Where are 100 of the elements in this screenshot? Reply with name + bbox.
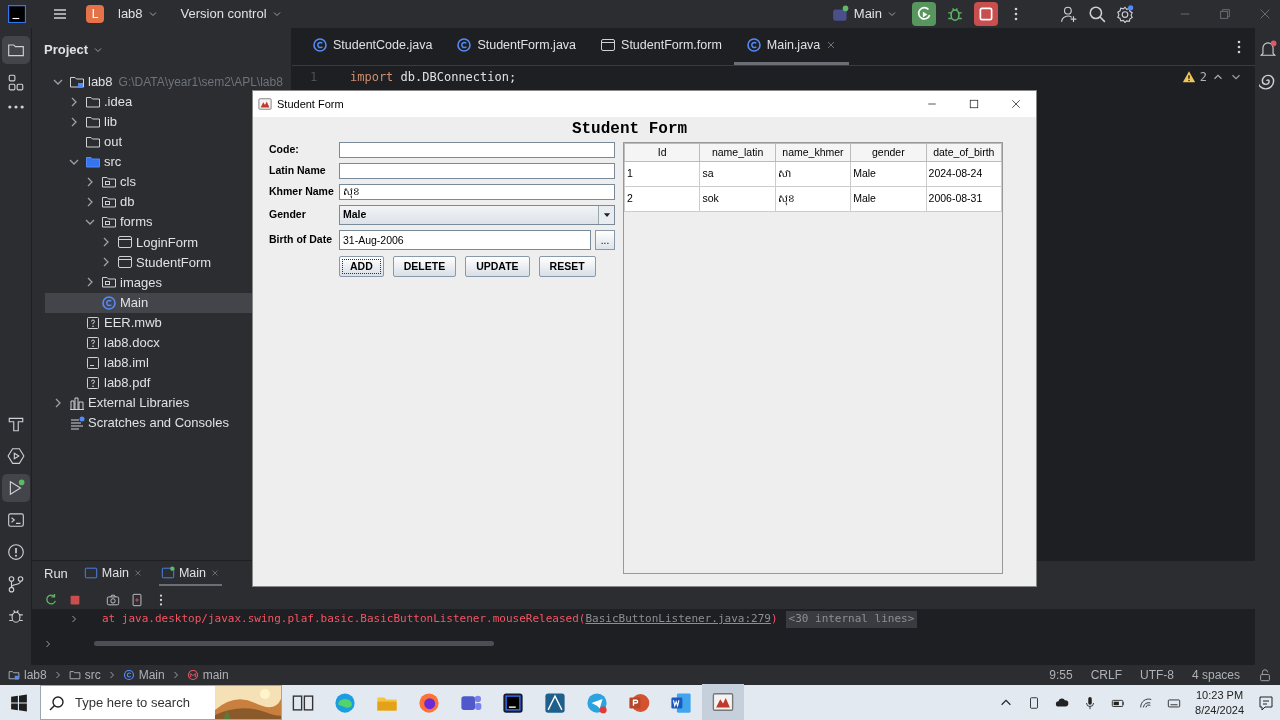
editor-tab[interactable]: StudentCode.java — [300, 28, 445, 65]
stop-button[interactable] — [974, 2, 998, 26]
date-picker-button[interactable]: ... — [595, 230, 615, 250]
package-folder-icon — [101, 174, 117, 190]
breadcrumb[interactable]: lab8 — [8, 666, 47, 684]
tree-item[interactable]: EER.mwb — [45, 312, 291, 333]
vcs-menu[interactable]: Version control — [176, 2, 287, 26]
rerun-button[interactable] — [912, 2, 936, 26]
folded-lines[interactable]: <30 internal lines> — [785, 611, 918, 628]
search-box[interactable]: Type here to search — [40, 685, 282, 720]
breadcrumb[interactable]: Main — [122, 666, 165, 684]
tree-item[interactable]: lab8 G:\DATA\year1\sem2\APL\lab8 — [45, 71, 291, 92]
wifi-icon[interactable] — [1139, 695, 1154, 710]
field-label: Latin Name — [269, 163, 327, 179]
form-button[interactable]: ADD — [339, 256, 384, 277]
form-button[interactable]: RESET — [538, 256, 596, 277]
breadcrumb[interactable]: src — [68, 666, 101, 684]
notification-center-icon[interactable] — [1258, 694, 1274, 711]
tree-item[interactable]: StudentForm — [45, 252, 291, 273]
text-field[interactable] — [339, 142, 615, 158]
date-field[interactable]: 31-Aug-2006 — [339, 230, 591, 250]
run-tool-button[interactable] — [1, 474, 30, 502]
status-item[interactable]: 4 spaces — [1191, 666, 1240, 684]
editor-tab[interactable]: Main.java — [733, 28, 850, 65]
search-icon[interactable] — [1088, 5, 1106, 23]
search-field[interactable]: Type here to search — [73, 691, 203, 714]
tree-item[interactable]: lib — [45, 111, 291, 132]
field-label: Gender — [269, 207, 307, 223]
camera-icon[interactable] — [106, 593, 120, 607]
cloud-icon[interactable] — [1055, 695, 1070, 710]
text-field[interactable]: សុខ — [339, 184, 615, 200]
gender-dropdown[interactable]: Male — [339, 205, 615, 225]
column-header[interactable]: name_latin — [699, 143, 776, 162]
tree-item[interactable]: lab8.docx — [45, 332, 291, 353]
run-tab[interactable]: Main — [158, 561, 223, 587]
class-icon — [312, 37, 328, 53]
stack-trace-link[interactable]: BasicButtonListener.java:279 — [585, 612, 771, 625]
table-cell: 1 — [624, 161, 700, 187]
time-text: 10:23 PM — [1196, 688, 1244, 703]
window-icon — [117, 234, 133, 251]
bug-icon[interactable] — [946, 5, 964, 23]
status-item[interactable]: CRLF — [1090, 666, 1122, 684]
class-icon — [456, 37, 473, 53]
column-header[interactable]: date_of_birth — [926, 143, 1002, 162]
status-item[interactable]: 9:55 — [1049, 666, 1073, 684]
tree-item[interactable]: lab8.pdf — [45, 372, 291, 393]
run-tab[interactable]: Main — [81, 561, 145, 587]
branch-icon — [6, 575, 25, 593]
console-icon — [83, 566, 98, 580]
notifications-icon[interactable] — [1258, 40, 1277, 58]
globe-icon — [418, 691, 440, 714]
start-icon[interactable] — [10, 693, 28, 712]
paper-plane-icon — [586, 691, 608, 714]
tree-item[interactable]: External Libraries — [45, 393, 291, 414]
menu-icon[interactable] — [52, 6, 68, 22]
run-config-selector[interactable]: Main — [827, 2, 902, 26]
restore-icon[interactable] — [1218, 7, 1232, 21]
project-view-selector[interactable]: Project — [40, 38, 109, 62]
panel-title: Run — [44, 565, 68, 584]
field-label: Birth of Date — [269, 232, 333, 248]
diagram-icon — [544, 691, 566, 714]
console-line: at java.desktop/javax.swing.plaf.basic.BasicButtonListener.mouseReleased(BasicButtonListener.java:279) — [102, 611, 778, 627]
run-config-icon — [831, 5, 850, 23]
ai-assistant-icon[interactable] — [1258, 72, 1277, 90]
breadcrumb[interactable]: main — [186, 666, 229, 684]
rerun-icon[interactable] — [44, 593, 58, 607]
column-header[interactable]: name_khmer — [775, 143, 851, 162]
form-button[interactable]: DELETE — [392, 256, 457, 277]
project-switcher[interactable]: lab8 — [114, 2, 163, 26]
module-folder-icon — [8, 669, 20, 681]
column-header[interactable]: Id — [624, 143, 700, 162]
form-button[interactable]: UPDATE — [465, 256, 530, 277]
clock[interactable]: 10:23 PM 8/24/2024 — [1195, 688, 1244, 717]
scratch-icon — [69, 415, 85, 432]
terminal-icon — [6, 511, 25, 529]
ide-icon — [502, 691, 524, 714]
close-icon[interactable] — [1010, 98, 1022, 110]
bug-icon — [6, 607, 25, 625]
stop-icon[interactable] — [68, 593, 82, 607]
library-icon — [69, 395, 85, 412]
lock-icon[interactable] — [1258, 668, 1272, 682]
status-item[interactable]: UTF-8 — [1139, 666, 1174, 684]
tree-item[interactable]: lab8.iml — [45, 352, 291, 373]
settings-icon[interactable] — [1116, 5, 1134, 23]
maximize-icon[interactable] — [968, 98, 980, 110]
column-header[interactable]: gender — [850, 143, 927, 162]
taskbar-app[interactable] — [702, 683, 744, 720]
project-tool-button[interactable] — [1, 36, 30, 64]
add-user-icon[interactable] — [1060, 5, 1078, 23]
editor-tab[interactable]: StudentForm.form — [588, 28, 734, 65]
export-icon[interactable] — [130, 593, 144, 607]
warning-count[interactable]: 2 — [1199, 68, 1207, 86]
scrollbar[interactable] — [94, 641, 494, 646]
code-line: import db.DBConnection; — [350, 68, 517, 86]
form-heading: Student Form — [570, 119, 689, 140]
tree-item[interactable]: Scratches and Consoles — [45, 413, 291, 434]
tree-item[interactable]: images — [45, 272, 291, 293]
editor-tab[interactable]: StudentForm.java — [444, 28, 589, 65]
problems-icon — [6, 543, 25, 561]
text-field[interactable] — [339, 163, 615, 179]
